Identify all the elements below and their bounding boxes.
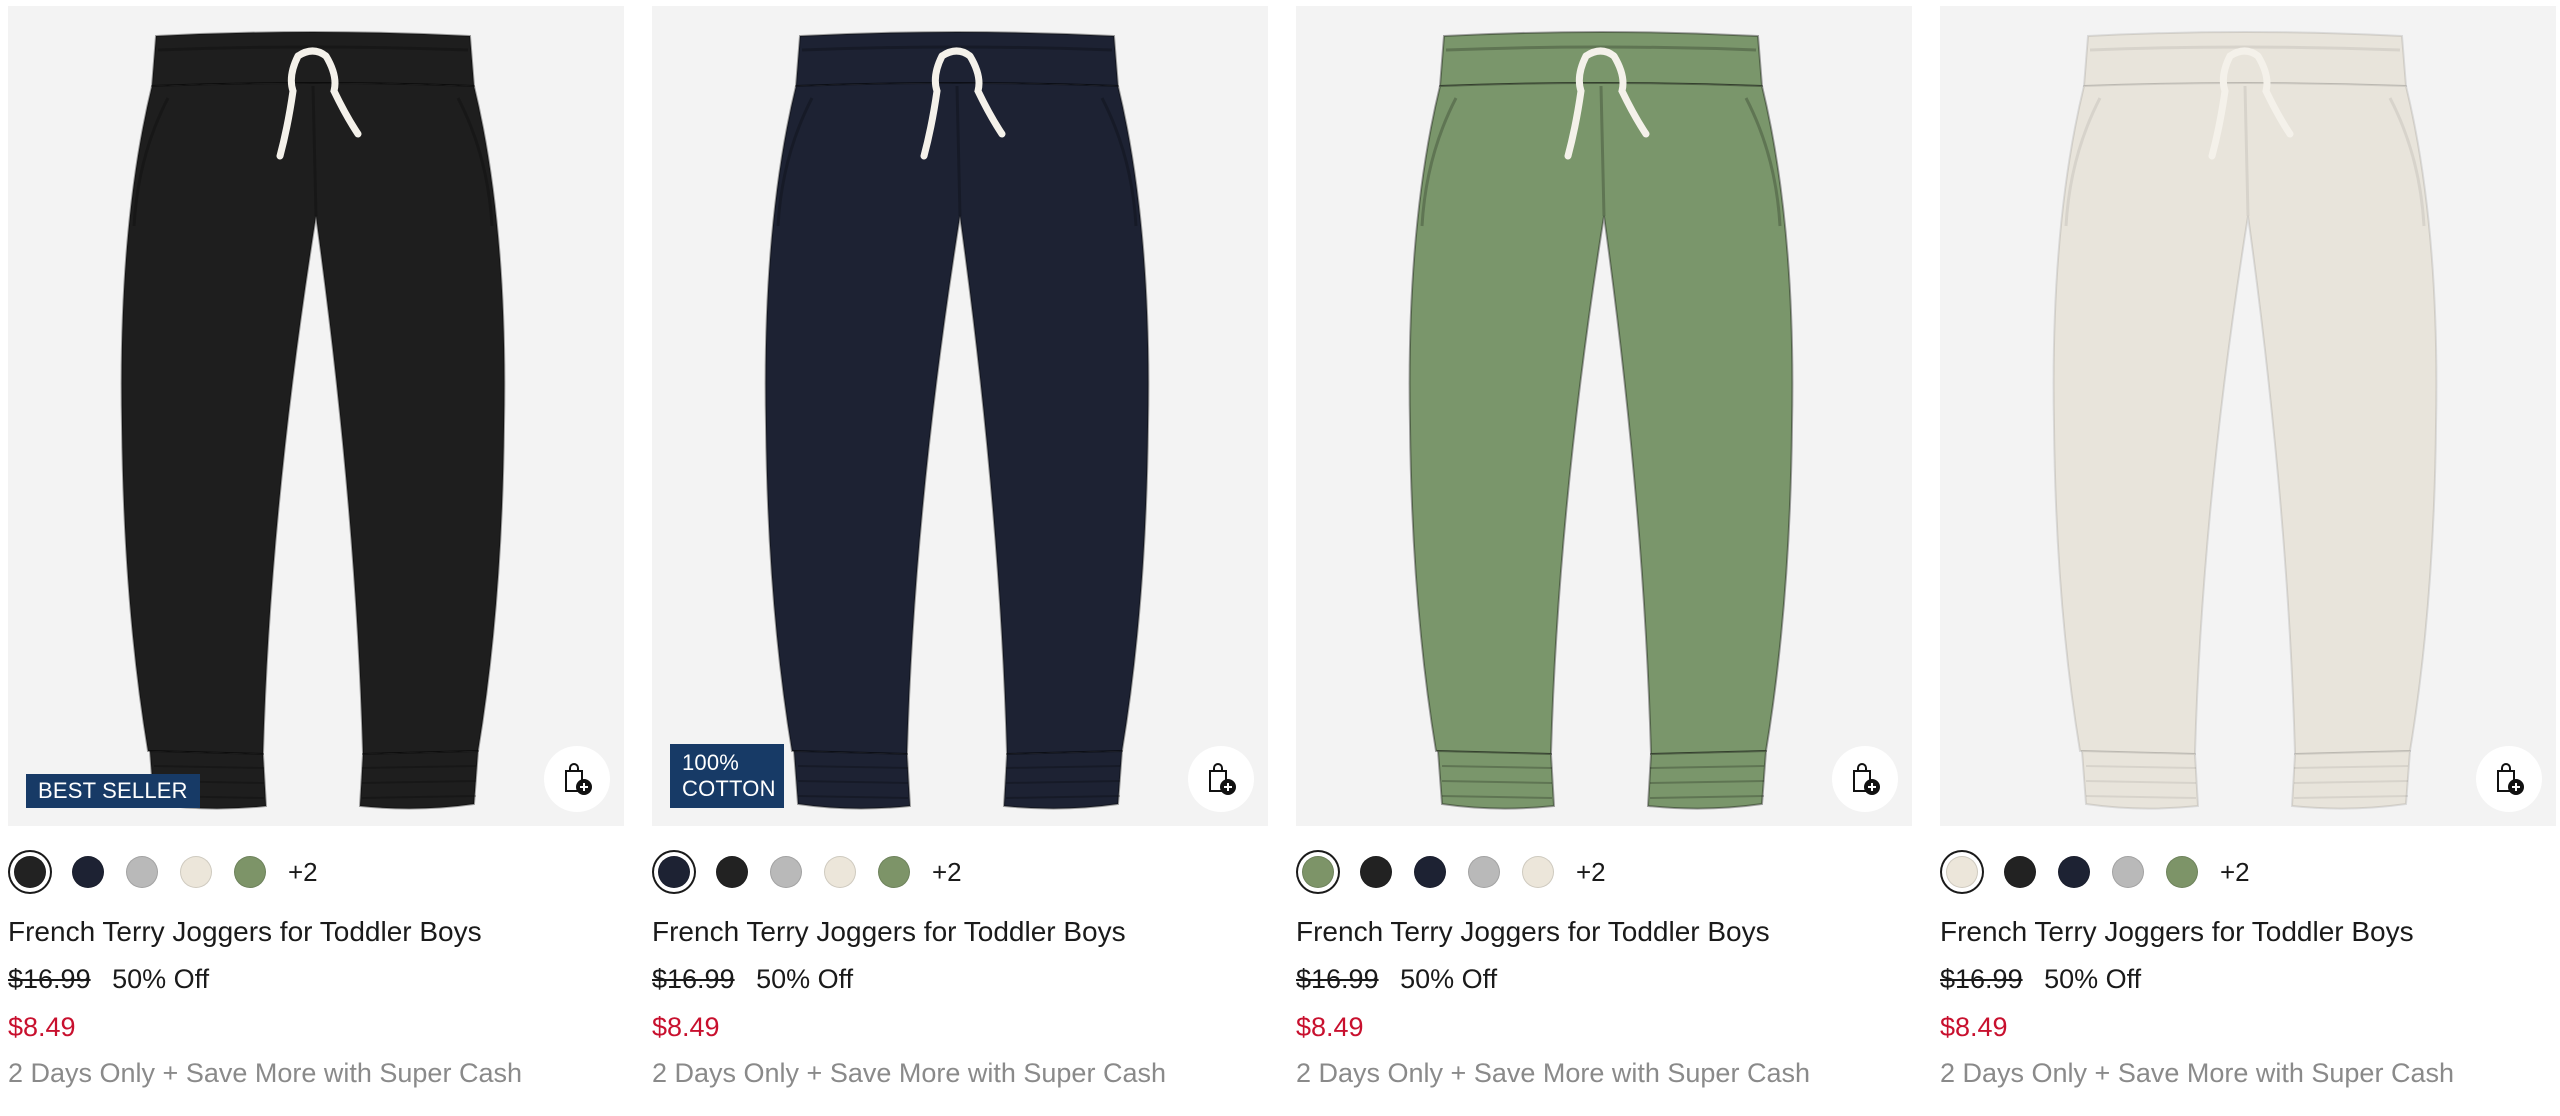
color-swatches: +2 [1940,846,2556,898]
right-cuff [1002,749,1124,810]
more-colors-link[interactable]: +2 [2220,857,2250,888]
left-cuff [1436,749,1556,810]
color-swatch[interactable] [126,856,158,888]
product-badge: 100% COTTON [670,744,784,808]
quick-add-button[interactable] [2476,746,2542,812]
left-cuff [2080,749,2200,810]
sale-price: $8.49 [8,1012,76,1042]
color-swatches: +2 [8,846,624,898]
product-card[interactable]: +2 French Terry Joggers for Toddler Boys… [1940,0,2556,1090]
product-image[interactable] [1940,6,2556,826]
color-swatch[interactable] [1360,856,1392,888]
product-title[interactable]: French Terry Joggers for Toddler Boys [1296,914,1912,950]
sale-price: $8.49 [1296,1012,1364,1042]
original-price: $16.99 [1940,964,2023,994]
color-swatch[interactable] [2166,856,2198,888]
price-row: $16.99 50% Off [652,962,1268,996]
waistband [794,31,1120,88]
waistband [2082,31,2408,88]
waistband [150,31,476,88]
price-row: $16.99 50% Off [1296,962,1912,996]
discount-label: 50% Off [2044,964,2142,994]
more-colors-link[interactable]: +2 [288,857,318,888]
color-swatch[interactable] [824,856,856,888]
waistband [1438,31,1764,88]
right-cuff [2290,749,2412,810]
color-swatch[interactable] [878,856,910,888]
color-swatch[interactable] [1468,856,1500,888]
sale-price: $8.49 [1940,1012,2008,1042]
color-swatch[interactable] [1522,856,1554,888]
promo-text: 2 Days Only + Save More with Super Cash [652,1058,1166,1088]
color-swatch[interactable] [2058,856,2090,888]
product-image[interactable] [1296,6,1912,826]
quick-add-button[interactable] [544,746,610,812]
price-row: $16.99 50% Off [1940,962,2556,996]
color-swatch[interactable] [1414,856,1446,888]
shopping-bag-plus-icon [1209,763,1236,795]
product-title[interactable]: French Terry Joggers for Toddler Boys [8,914,624,950]
shopping-bag-plus-icon [2497,763,2524,795]
color-swatch[interactable] [658,856,690,888]
right-cuff [1646,749,1768,810]
promo-text: 2 Days Only + Save More with Super Cash [8,1058,522,1088]
price-row: $16.99 50% Off [8,962,624,996]
joggers-image [1408,31,1794,810]
right-cuff [358,749,480,810]
color-swatch[interactable] [180,856,212,888]
product-image[interactable]: BEST SELLER [8,6,624,826]
color-swatch[interactable] [716,856,748,888]
original-price: $16.99 [1296,964,1379,994]
color-swatches: +2 [1296,846,1912,898]
color-swatch[interactable] [770,856,802,888]
joggers-image [764,31,1150,810]
product-image[interactable]: 100% COTTON [652,6,1268,826]
promo-text: 2 Days Only + Save More with Super Cash [1296,1058,1810,1088]
color-swatch[interactable] [234,856,266,888]
color-swatch[interactable] [1946,856,1978,888]
product-title[interactable]: French Terry Joggers for Toddler Boys [1940,914,2556,950]
original-price: $16.99 [652,964,735,994]
color-swatches: +2 [652,846,1268,898]
jogger-legs [764,82,1150,756]
joggers-image [120,31,506,810]
product-card[interactable]: 100% COTTON +2 French Terry Joggers for … [652,0,1268,1090]
sale-price: $8.49 [652,1012,720,1042]
jogger-legs [2052,82,2438,756]
discount-label: 50% Off [112,964,210,994]
color-swatch[interactable] [72,856,104,888]
quick-add-button[interactable] [1188,746,1254,812]
more-colors-link[interactable]: +2 [932,857,962,888]
color-swatch[interactable] [1302,856,1334,888]
shopping-bag-plus-icon [1853,763,1880,795]
color-swatch[interactable] [2112,856,2144,888]
joggers-image [2052,31,2438,810]
product-grid: BEST SELLER +2 French Terry Joggers for … [0,0,2560,1116]
color-swatch[interactable] [14,856,46,888]
color-swatch[interactable] [2004,856,2036,888]
product-title[interactable]: French Terry Joggers for Toddler Boys [652,914,1268,950]
jogger-legs [1408,82,1794,756]
shopping-bag-plus-icon [565,763,592,795]
more-colors-link[interactable]: +2 [1576,857,1606,888]
quick-add-button[interactable] [1832,746,1898,812]
discount-label: 50% Off [756,964,854,994]
product-card[interactable]: +2 French Terry Joggers for Toddler Boys… [1296,0,1912,1090]
jogger-legs [120,82,506,756]
promo-text: 2 Days Only + Save More with Super Cash [1940,1058,2454,1088]
product-card[interactable]: BEST SELLER +2 French Terry Joggers for … [8,0,624,1090]
left-cuff [792,749,912,810]
product-badge: BEST SELLER [26,774,200,808]
discount-label: 50% Off [1400,964,1498,994]
original-price: $16.99 [8,964,91,994]
